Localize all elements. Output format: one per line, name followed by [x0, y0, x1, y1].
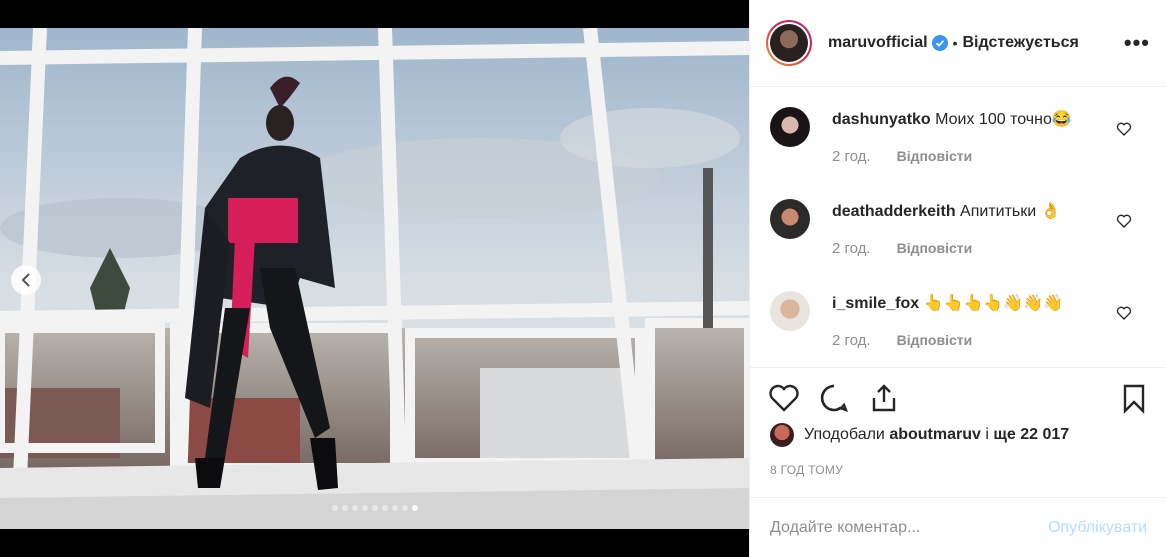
likes-middle: і: [985, 426, 989, 443]
comment-text: Апититьки 👌: [960, 203, 1061, 220]
follow-status-button[interactable]: Відстежується: [963, 34, 1079, 52]
comment-time[interactable]: 2 год.: [832, 332, 871, 349]
comment-item: i_smile_fox 👆👆👆👆👋👋👋 2 год. Відповісти: [750, 291, 1166, 367]
comment-username[interactable]: deathadderkeith: [832, 203, 956, 220]
carousel-dot[interactable]: [391, 505, 398, 511]
commenter-avatar[interactable]: [770, 291, 810, 331]
carousel-indicators: [0, 505, 749, 511]
instagram-post-view: maruvofficial • Відстежується ••• dashun…: [0, 0, 1166, 557]
heart-icon[interactable]: [1116, 121, 1132, 137]
bookmark-icon[interactable]: [1118, 382, 1150, 414]
comment-item: deathadderkeith Апититьки 👌 2 год. Відпов…: [750, 199, 1166, 291]
likes-prefix: Уподобали: [804, 426, 885, 443]
post-header: maruvofficial • Відстежується •••: [750, 0, 1166, 87]
header-separator: •: [952, 35, 958, 51]
post-actions-bar: [750, 367, 1166, 427]
reply-button[interactable]: Відповісти: [897, 332, 973, 348]
comment-bubble-icon[interactable]: [818, 382, 850, 414]
carousel-dot[interactable]: [401, 505, 408, 511]
share-icon[interactable]: [868, 382, 900, 414]
comment-input[interactable]: [770, 518, 1049, 537]
author-username[interactable]: maruvofficial: [828, 34, 928, 52]
post-photo-panel: [0, 0, 749, 557]
reply-button[interactable]: Відповісти: [897, 240, 973, 256]
chevron-left-icon: [21, 273, 30, 287]
carousel-dot[interactable]: [351, 505, 358, 511]
liker-username[interactable]: aboutmaruv: [889, 426, 981, 444]
comments-list: dashunyatko Моих 100 точно😂 2 год. Відпов…: [750, 87, 1166, 367]
carousel-dot[interactable]: [411, 505, 418, 511]
heart-icon[interactable]: [1116, 213, 1132, 229]
commenter-avatar[interactable]: [770, 107, 810, 147]
carousel-dot[interactable]: [331, 505, 338, 511]
comment-text: Моих 100 точно😂: [935, 111, 1072, 128]
carousel-dot[interactable]: [341, 505, 348, 511]
comment-text: 👆👆👆👆👋👋👋: [923, 295, 1064, 312]
post-timestamp[interactable]: 8 ГОД ТОМУ: [770, 463, 843, 477]
heart-icon[interactable]: [1116, 305, 1132, 321]
comment-time[interactable]: 2 год.: [832, 148, 871, 165]
comment-composer: Опублікувати: [750, 497, 1166, 557]
like-heart-icon[interactable]: [768, 382, 800, 414]
ellipsis-icon[interactable]: •••: [1124, 30, 1150, 56]
carousel-dot[interactable]: [361, 505, 368, 511]
carousel-prev-button[interactable]: [11, 265, 41, 295]
post-photo[interactable]: [0, 28, 749, 529]
post-sidebar: maruvofficial • Відстежується ••• dashun…: [749, 0, 1166, 557]
reply-button[interactable]: Відповісти: [897, 148, 973, 164]
comment-item: dashunyatko Моих 100 точно😂 2 год. Відпов…: [750, 107, 1166, 199]
author-avatar[interactable]: [766, 20, 812, 66]
likes-count-link[interactable]: ще 22 017: [993, 426, 1069, 444]
liker-avatar[interactable]: [770, 423, 794, 447]
carousel-dot[interactable]: [381, 505, 388, 511]
comment-username[interactable]: i_smile_fox: [832, 295, 919, 312]
likes-summary: Уподобали aboutmaruv і ще 22 017: [770, 423, 1069, 447]
verified-badge-icon: [931, 35, 948, 51]
post-comment-button[interactable]: Опублікувати: [1048, 519, 1147, 537]
comment-username[interactable]: dashunyatko: [832, 111, 931, 128]
commenter-avatar[interactable]: [770, 199, 810, 239]
carousel-dot[interactable]: [371, 505, 378, 511]
comment-time[interactable]: 2 год.: [832, 240, 871, 257]
